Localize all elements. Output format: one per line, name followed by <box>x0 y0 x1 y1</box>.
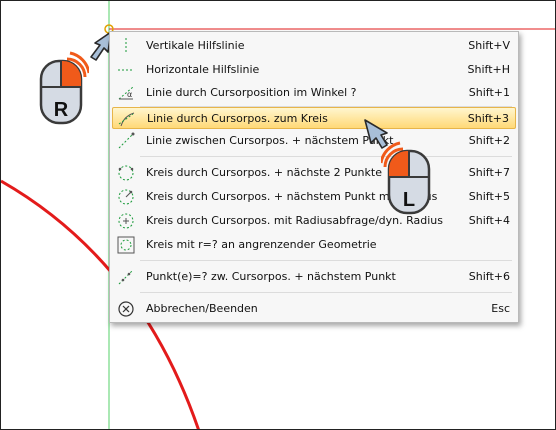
context-menu: Vertikale Hilfslinie Shift+V Horizontale… <box>109 31 519 323</box>
menu-item-angle-line[interactable]: α Linie durch Cursorposition im Winkel ?… <box>112 82 516 104</box>
menu-item-vertical-guideline[interactable]: Vertikale Hilfslinie Shift+V <box>112 35 516 57</box>
cad-viewport[interactable]: R Vertikale Hilfslinie Shift+V Horizonta… <box>0 0 556 430</box>
left-mouse-button-icon: L <box>381 141 431 215</box>
menu-item-cancel[interactable]: Abbrechen/Beenden Esc <box>112 298 516 320</box>
menu-separator <box>140 260 512 261</box>
svg-text:α: α <box>127 90 132 99</box>
circle-three-points-icon <box>118 165 134 181</box>
menu-item-line-to-point[interactable]: Linie zwischen Cursorpos. + nächstem Pun… <box>112 130 516 152</box>
menu-separator <box>140 156 512 157</box>
menu-item-shortcut: Shift+4 <box>468 214 510 227</box>
menu-item-shortcut: Shift+7 <box>468 166 510 179</box>
menu-item-label: Horizontale Hilfslinie <box>146 63 260 76</box>
right-mouse-button-icon: R <box>39 51 89 125</box>
menu-item-line-to-circle[interactable]: Linie durch Cursorpos. zum Kreis Shift+3 <box>112 107 516 129</box>
menu-item-label: Kreis durch Cursorpos. + nächste 2 Punkt… <box>146 166 382 179</box>
menu-item-shortcut: Shift+5 <box>468 190 510 203</box>
line-to-point-icon <box>118 132 135 149</box>
menu-item-circle-point-radius[interactable]: Kreis durch Cursorpos. + nächstem Punkt … <box>112 186 516 208</box>
menu-item-circle-three-points[interactable]: Kreis durch Cursorpos. + nächste 2 Punkt… <box>112 162 516 184</box>
points-between-icon <box>118 269 134 285</box>
horizontal-guideline-icon <box>118 69 134 71</box>
menu-item-label: Vertikale Hilfslinie <box>146 39 245 52</box>
menu-item-shortcut: Shift+V <box>468 39 510 52</box>
tangent-circle-icon <box>117 236 135 254</box>
menu-item-shortcut: Shift+3 <box>467 112 509 125</box>
menu-item-tangent-circle[interactable]: Kreis mit r=? an angrenzender Geometrie <box>112 234 516 256</box>
angle-line-icon: α <box>118 86 134 100</box>
menu-item-shortcut: Shift+1 <box>468 86 510 99</box>
menu-item-shortcut: Esc <box>491 302 510 315</box>
mouse-letter-l: L <box>403 189 415 211</box>
menu-item-shortcut: Shift+H <box>467 63 511 76</box>
circle-radius-icon <box>118 213 134 229</box>
menu-separator <box>140 292 512 293</box>
menu-item-horizontal-guideline[interactable]: Horizontale Hilfslinie Shift+H <box>112 59 516 81</box>
menu-item-label: Linie durch Cursorposition im Winkel ? <box>146 86 357 99</box>
menu-item-shortcut: Shift+2 <box>468 134 510 147</box>
menu-item-shortcut: Shift+6 <box>468 270 510 283</box>
circle-point-radius-icon <box>118 189 134 205</box>
menu-item-label: Linie durch Cursorpos. zum Kreis <box>147 112 328 125</box>
menu-item-label: Linie zwischen Cursorpos. + nächstem Pun… <box>146 134 394 147</box>
mouse-letter-r: R <box>54 99 69 121</box>
menu-item-label: Abbrechen/Beenden <box>146 302 258 315</box>
menu-item-label: Punkt(e)=? zw. Cursorpos. + nächstem Pun… <box>146 270 396 283</box>
cancel-circle-icon <box>118 301 134 317</box>
vertical-guideline-icon <box>125 38 127 54</box>
menu-item-points-between[interactable]: Punkt(e)=? zw. Cursorpos. + nächstem Pun… <box>112 266 516 288</box>
menu-item-circle-radius[interactable]: Kreis durch Cursorpos. mit Radiusabfrage… <box>112 210 516 232</box>
line-to-circle-icon <box>118 112 135 127</box>
menu-item-label: Kreis mit r=? an angrenzender Geometrie <box>146 238 377 251</box>
